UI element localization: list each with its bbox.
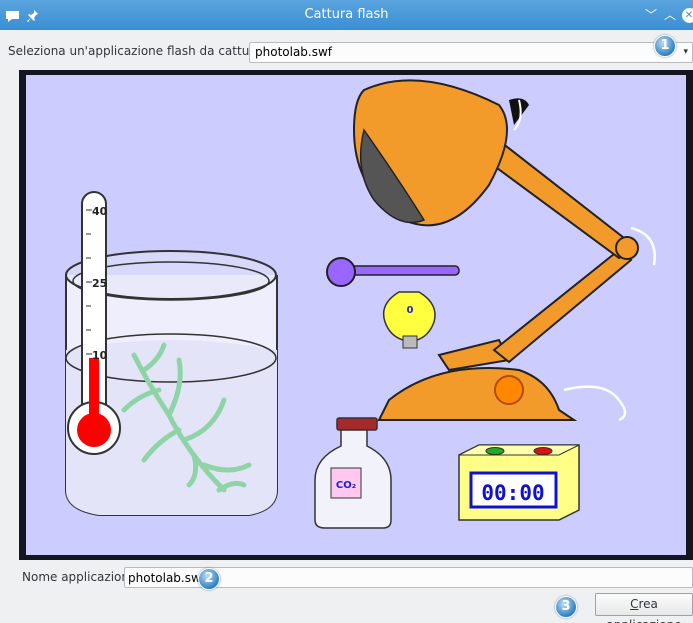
step-1-badge: 1: [654, 35, 676, 57]
co2-label: CO₂: [336, 480, 356, 491]
create-application-button[interactable]: Crea applicazione: [595, 593, 693, 623]
window-title: Cattura flash: [304, 7, 389, 22]
flash-preview-stage[interactable]: 40 25 10 0 CO₂ 00:00: [19, 70, 693, 560]
bulb-value: 0: [407, 305, 414, 316]
create-button-label: rea applicazione: [606, 597, 681, 623]
chevron-down-icon: ▾: [683, 47, 688, 57]
app-name-label: Nome applicazione: [22, 570, 137, 584]
timer-box: 00:00: [458, 444, 580, 521]
thermo-tick-10: 10: [92, 349, 108, 362]
maximize-button[interactable]: ︿: [661, 0, 679, 30]
close-icon: ✕: [681, 8, 693, 23]
timer-display: 00:00: [481, 481, 544, 505]
photolab-scene: 40 25 10 0 CO₂ 00:00: [26, 75, 686, 555]
flash-app-combobox[interactable]: photolab.swf ▾: [249, 42, 693, 63]
close-button[interactable]: ✕: [680, 0, 693, 30]
minimize-button[interactable]: ﹀: [642, 0, 660, 30]
flash-app-selected-value: photolab.swf: [255, 45, 333, 59]
thermo-tick-25: 25: [92, 277, 107, 290]
step-3-badge: 3: [555, 596, 577, 618]
thermo-tick-40: 40: [92, 205, 108, 218]
capture-flash-window: Cattura flash ﹀ ︿ ✕ Seleziona un'applica…: [0, 0, 693, 623]
app-select-label: Seleziona un'applicazione flash da cattu…: [8, 44, 274, 58]
step-2-badge: 2: [198, 568, 220, 590]
title-bar: Cattura flash ﹀ ︿ ✕: [0, 0, 693, 30]
